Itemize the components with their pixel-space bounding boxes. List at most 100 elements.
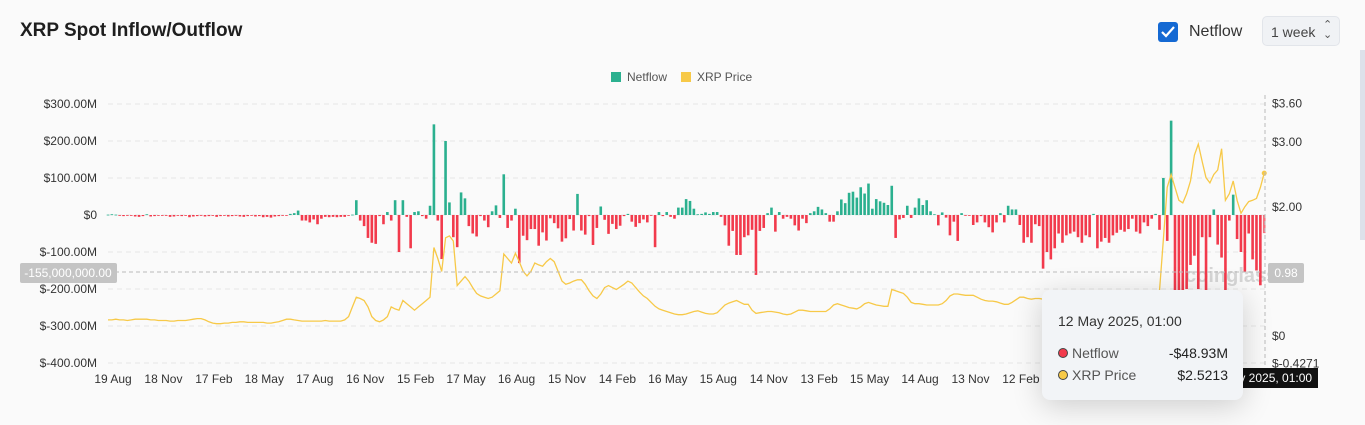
netflow-bar [1212, 209, 1216, 215]
netflow-bar [766, 213, 769, 215]
netflow-bar [323, 215, 327, 217]
netflow-bar [122, 215, 125, 217]
netflow-bar [564, 215, 568, 239]
netflow-bar [808, 213, 812, 215]
netflow-bar [1030, 215, 1033, 243]
y-left-tick-label: $-100.00M [40, 245, 97, 259]
netflow-bar [700, 213, 703, 215]
netflow-bar [455, 215, 459, 248]
netflow-bar [878, 201, 882, 215]
netflow-bar [452, 215, 455, 238]
netflow-bar [828, 215, 831, 222]
netflow-bar [269, 215, 273, 218]
netflow-bar [898, 215, 901, 220]
netflow-bar [960, 213, 963, 215]
netflow-bar [1173, 215, 1177, 297]
netflow-bar [968, 215, 971, 216]
netflow-bar [343, 215, 346, 217]
netflow-bar [428, 205, 432, 215]
netflow-bar [549, 215, 552, 219]
netflow-bar [1080, 215, 1084, 243]
x-tick-label: 15 May [850, 372, 889, 386]
netflow-bar [374, 215, 378, 244]
netflow-bar [133, 215, 137, 217]
netflow-bar [219, 215, 222, 217]
netflow-bar [285, 215, 288, 216]
x-tick-label: 14 Nov [750, 372, 788, 386]
netflow-bar [296, 210, 300, 215]
netflow-bar [355, 200, 358, 215]
netflow-bar [525, 215, 529, 241]
netflow-bar [642, 215, 645, 220]
netflow-bar [327, 215, 331, 218]
netflow-bar [230, 215, 234, 217]
netflow-bar [506, 215, 509, 228]
netflow-bar [261, 215, 265, 218]
netflow-bar [913, 207, 917, 215]
netflow-bar [389, 215, 393, 221]
netflow-bar [1115, 215, 1119, 233]
netflow-bar [1251, 215, 1254, 260]
netflow-bar [677, 207, 680, 215]
netflow-bar [490, 211, 494, 215]
x-tick-label: 13 Feb [800, 372, 838, 386]
legend-price-label[interactable]: XRP Price [697, 70, 752, 84]
netflow-bar [417, 211, 420, 215]
netflow-bar [979, 215, 983, 217]
netflow-bar [320, 215, 323, 219]
netflow-bar [440, 215, 443, 260]
netflow-bar [126, 215, 129, 216]
netflow-bar [413, 212, 416, 215]
netflow-bar [366, 215, 370, 238]
netflow-bar [785, 215, 789, 217]
netflow-bar [1119, 215, 1122, 230]
netflow-bar [1162, 178, 1165, 215]
netflow-bar [153, 215, 156, 217]
netflow-bar [832, 215, 835, 222]
netflow-bar [281, 215, 284, 216]
netflow-bar [715, 212, 719, 215]
netflow-bar [242, 215, 246, 217]
netflow-bar [1123, 215, 1126, 232]
netflow-bar [397, 215, 401, 252]
y-left-tick-label: $-400.00M [40, 356, 97, 370]
netflow-bar [277, 215, 281, 217]
netflow-bar [145, 214, 149, 216]
price-dot-icon [1058, 370, 1068, 380]
legend-netflow-label[interactable]: Netflow [627, 70, 667, 84]
netflow-bar [514, 208, 517, 215]
netflow-bar [1134, 215, 1138, 232]
netflow-bar [719, 215, 723, 217]
netflow-bar [894, 215, 897, 238]
netflow-bar [704, 212, 707, 215]
netflow-bar [215, 215, 218, 217]
netflow-bar [1158, 215, 1161, 230]
x-tick-label: 15 Nov [548, 372, 586, 386]
netflow-bar [1243, 215, 1247, 273]
netflow-bar [517, 215, 521, 264]
netflow-bar [1165, 215, 1169, 241]
netflow-bar [157, 215, 160, 216]
netflow-bar [494, 205, 498, 215]
netflow-bar [207, 215, 211, 217]
netflow-bar [347, 215, 350, 216]
x-tick-label: 14 Aug [901, 372, 938, 386]
netflow-bar [750, 215, 754, 230]
tooltip-label: XRP Price [1072, 367, 1137, 383]
netflow-bar [552, 215, 556, 224]
netflow-bar [250, 215, 253, 216]
netflow-bar [1131, 215, 1134, 219]
netflow-bar [971, 215, 975, 225]
netflow-bar [843, 203, 847, 215]
legend-price-swatch [681, 72, 691, 82]
netflow-bar [370, 215, 374, 243]
netflow-bar [1200, 215, 1204, 238]
netflow-bar [471, 215, 475, 234]
netflow-bar [226, 215, 230, 217]
netflow-bar [172, 215, 176, 217]
y-axis-right: $3.60$3.00$2.00$0$-0.4271 [1272, 96, 1320, 370]
netflow-bar [308, 215, 312, 223]
netflow-bar [1142, 215, 1146, 223]
netflow-bar [657, 212, 661, 215]
tooltip-row-price: XRP Price $2.5213 [1058, 367, 1228, 383]
